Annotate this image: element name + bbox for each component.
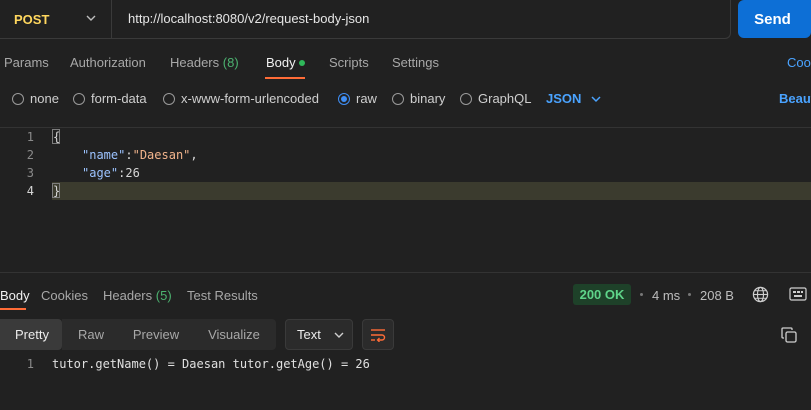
code-line-4[interactable]: } <box>53 184 60 198</box>
tab-settings[interactable]: Settings <box>392 55 439 70</box>
view-mode-group: Pretty Raw Preview Visualize <box>0 319 276 350</box>
tab-authorization[interactable]: Authorization <box>70 55 146 70</box>
radio-form-data-label: form-data <box>91 91 147 106</box>
response-tab-test-results[interactable]: Test Results <box>187 288 258 303</box>
response-body-text[interactable]: tutor.getName() = Daesan tutor.getAge() … <box>52 357 370 371</box>
response-line-number: 1 <box>26 357 34 371</box>
radio-urlencoded-label: x-www-form-urlencoded <box>181 91 319 106</box>
code-line-1[interactable]: { <box>53 130 60 144</box>
radio-circle <box>12 92 24 105</box>
tab-headers[interactable]: Headers (8) <box>170 55 239 70</box>
status-badge[interactable]: 200 OK <box>573 284 631 305</box>
response-type-select[interactable]: Text <box>285 319 353 350</box>
json-key: "name" <box>82 148 126 162</box>
response-tab-body[interactable]: Body <box>0 288 30 303</box>
format-select-label: JSON <box>546 91 582 106</box>
radio-circle <box>392 92 404 105</box>
active-line-highlight <box>52 182 811 200</box>
beautify-link[interactable]: Beaut <box>779 91 811 106</box>
tab-headers-count: (8) <box>222 55 239 70</box>
response-divider <box>0 272 811 273</box>
active-tab-indicator <box>265 77 305 79</box>
response-tab-headers-count: (5) <box>155 288 172 303</box>
json-string-value: "Daesan" <box>132 148 191 162</box>
wrap-lines-button[interactable] <box>362 319 394 350</box>
radio-form-data[interactable]: form-data <box>73 91 147 106</box>
chevron-down-icon <box>591 95 601 102</box>
line-number: 2 <box>26 148 34 162</box>
radio-binary[interactable]: binary <box>392 91 445 106</box>
method-label: POST <box>14 11 50 27</box>
response-time[interactable]: 4 ms <box>652 288 680 303</box>
code-line-3[interactable]: "age":26 <box>82 166 140 180</box>
body-modified-dot <box>299 60 305 66</box>
close-brace: } <box>53 184 61 198</box>
json-key: "age" <box>82 166 119 180</box>
copy-icon[interactable] <box>781 327 797 343</box>
response-tab-headers[interactable]: Headers (5) <box>103 288 172 303</box>
divider <box>0 127 811 128</box>
cookies-link[interactable]: Coo <box>787 55 811 70</box>
save-response-icon[interactable] <box>789 287 807 301</box>
view-raw-button[interactable]: Raw <box>62 319 120 350</box>
send-button[interactable]: Send <box>738 0 811 38</box>
chevron-down-icon <box>86 15 96 21</box>
line-number: 4 <box>26 184 34 198</box>
view-preview-button[interactable]: Preview <box>120 319 192 350</box>
separator-dot <box>688 293 691 296</box>
radio-raw[interactable]: raw <box>338 91 377 106</box>
tab-params[interactable]: Params <box>4 55 49 70</box>
radio-graphql-label: GraphQL <box>478 91 532 106</box>
separator-dot <box>640 293 643 296</box>
tab-body[interactable]: Body <box>266 55 296 70</box>
radio-none-label: none <box>30 91 59 106</box>
wrap-icon <box>371 328 386 342</box>
view-pretty-button[interactable]: Pretty <box>0 319 62 350</box>
line-number: 1 <box>26 130 34 144</box>
method-select[interactable]: POST <box>0 0 112 38</box>
radio-raw-label: raw <box>356 91 377 106</box>
chevron-down-icon <box>334 332 344 338</box>
active-tab-indicator <box>0 308 26 310</box>
url-input[interactable]: http://localhost:8080/v2/request-body-js… <box>128 11 369 26</box>
code-line-2[interactable]: "name":"Daesan", <box>82 148 198 162</box>
format-select[interactable]: JSON <box>546 91 601 106</box>
radio-graphql[interactable]: GraphQL <box>460 91 531 106</box>
tab-scripts[interactable]: Scripts <box>329 55 369 70</box>
line-number: 3 <box>26 166 34 180</box>
response-size[interactable]: 208 B <box>700 288 734 303</box>
response-tab-cookies[interactable]: Cookies <box>41 288 88 303</box>
json-number-value: 26 <box>125 166 140 180</box>
radio-circle <box>460 92 472 105</box>
tab-headers-label: Headers <box>170 55 220 70</box>
radio-urlencoded[interactable]: x-www-form-urlencoded <box>163 91 319 106</box>
radio-circle-selected <box>338 92 350 105</box>
globe-icon[interactable] <box>752 286 769 303</box>
radio-none[interactable]: none <box>12 91 59 106</box>
response-tab-headers-label: Headers <box>103 288 153 303</box>
open-brace: { <box>53 130 61 144</box>
view-visualize-button[interactable]: Visualize <box>192 319 276 350</box>
radio-binary-label: binary <box>410 91 446 106</box>
radio-circle <box>73 92 85 105</box>
response-type-label: Text <box>297 327 321 342</box>
radio-circle <box>163 92 175 105</box>
